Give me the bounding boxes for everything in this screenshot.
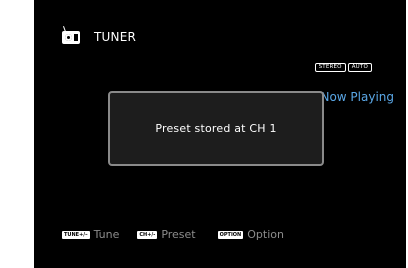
preset-stored-dialog: Preset stored at CH 1: [108, 91, 324, 166]
preset-hint[interactable]: CH+/- Preset: [137, 228, 196, 241]
option-key-icon: OPTION: [217, 230, 244, 239]
now-playing-label: Now Playing: [320, 90, 394, 104]
signal-badges: STEREO AUTO: [314, 63, 372, 72]
dialog-message: Preset stored at CH 1: [155, 122, 277, 135]
auto-badge: AUTO: [347, 63, 372, 72]
radio-icon: [62, 30, 80, 44]
channel-key-icon: CH+/-: [137, 230, 158, 239]
tune-hint-label: Tune: [93, 228, 120, 241]
option-hint-label: Option: [247, 228, 284, 241]
stereo-badge: STEREO: [314, 63, 346, 72]
option-hint[interactable]: OPTION Option: [217, 228, 284, 241]
tune-key-icon: TUNE+/–: [62, 230, 90, 239]
preset-hint-label: Preset: [161, 228, 196, 241]
tune-hint[interactable]: TUNE+/– Tune: [62, 228, 119, 241]
tv-screen: TUNER STEREO AUTO Now Playing Preset sto…: [34, 0, 406, 268]
page-title: TUNER: [94, 30, 137, 44]
footer-hints: TUNE+/– Tune CH+/- Preset OPTION Option: [62, 228, 284, 241]
header: TUNER: [62, 30, 136, 44]
